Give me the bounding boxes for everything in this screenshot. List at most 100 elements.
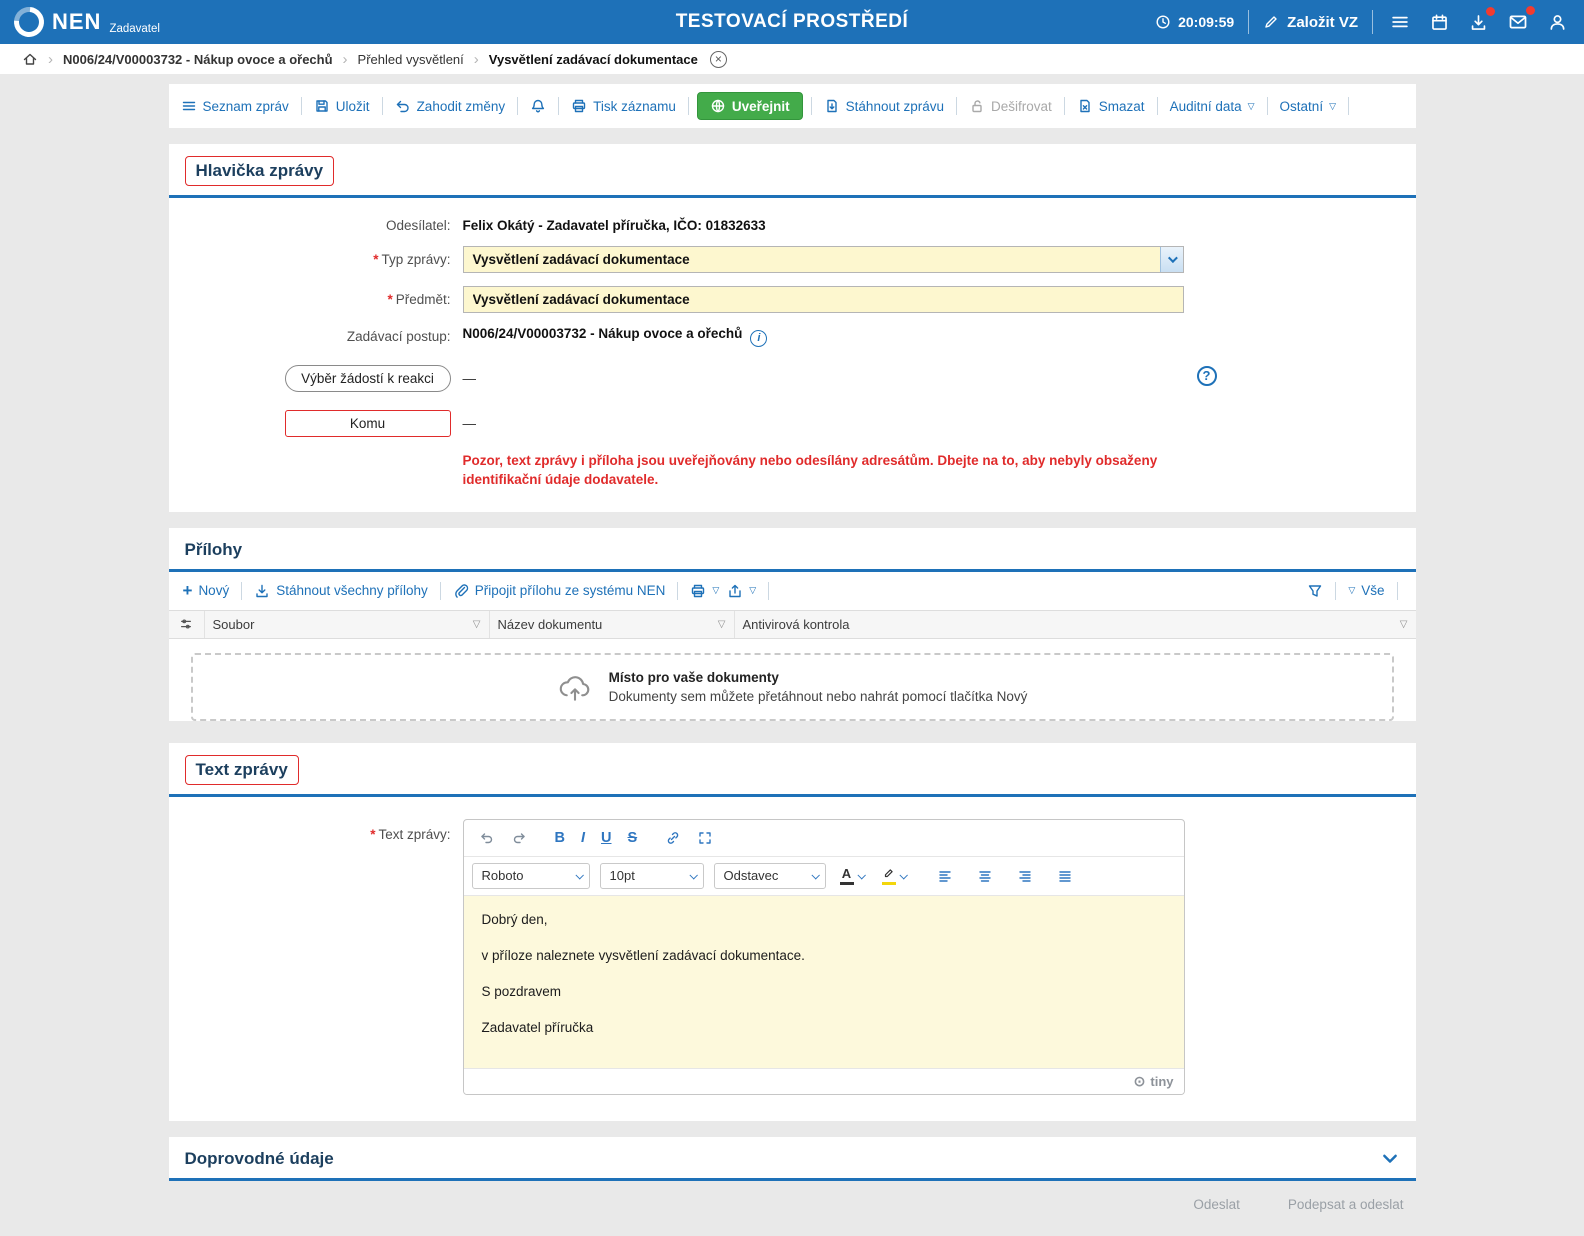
align-right-icon [1017,868,1033,884]
profile-button[interactable] [1545,10,1570,35]
help-button[interactable]: ? [1197,366,1217,386]
divider [1348,97,1349,115]
filter-triangle-icon[interactable]: ▽ [718,619,726,630]
highlight-color-button[interactable] [878,863,910,888]
column-header-antivirova[interactable]: Antivirová kontrola ▽ [735,611,1416,638]
editor-content[interactable]: Dobrý den, v příloze naleznete vysvětlen… [464,896,1184,1068]
divider [241,582,242,600]
document-delete-icon [1077,98,1093,114]
link-button[interactable] [658,826,688,850]
delete-button[interactable]: Smazat [1073,95,1149,117]
chevron-down-icon: ▽ [1329,101,1336,112]
divider [811,97,812,115]
attachments-dropzone[interactable]: Místo pro vaše dokumenty Dokumenty sem m… [191,653,1394,721]
attach-from-nen-button[interactable]: Připojit přílohu ze systému NEN [449,580,670,602]
info-icon[interactable]: i [750,330,767,347]
align-left-button[interactable] [930,864,960,888]
download-message-button[interactable]: Stáhnout zprávu [820,95,948,117]
subject-label: Předmět: [396,292,451,307]
italic-button[interactable]: I [574,826,592,850]
new-attachment-button[interactable]: + Nový [179,580,234,601]
align-right-button[interactable] [1010,864,1040,888]
messages-button[interactable] [1505,9,1531,35]
message-list-button[interactable]: Seznam zpráv [177,95,293,117]
filter-triangle-icon[interactable]: ▽ [1400,619,1408,630]
divider [1157,97,1158,115]
expand-section-button[interactable] [1380,1149,1400,1169]
message-text-label: Text zprávy: [378,827,450,1095]
fullscreen-button[interactable] [690,826,720,850]
select-requests-value: — [463,371,477,386]
filter-button[interactable] [1303,580,1327,602]
font-family-select[interactable]: Roboto [472,863,590,889]
breadcrumb: › N006/24/V00003732 - Nákup ovoce a ořec… [0,44,1584,74]
bold-button[interactable]: B [548,826,572,850]
undo-button[interactable] [472,826,502,850]
download-all-attachments-button[interactable]: Stáhnout všechny přílohy [250,580,432,602]
save-button[interactable]: Uložit [310,95,374,117]
chevron-down-icon[interactable] [1160,247,1183,272]
breadcrumb-item-procedure[interactable]: N006/24/V00003732 - Nákup ovoce a ořechů [63,52,333,67]
decrypt-button[interactable]: Dešifrovat [965,95,1056,117]
home-button[interactable] [22,51,38,67]
filter-triangle-icon[interactable]: ▽ [473,619,481,630]
export-attachments-button[interactable]: ▽ [723,580,760,602]
breadcrumb-separator: › [343,51,348,68]
publish-button[interactable]: Uveřejnit [697,92,803,120]
create-vz-button[interactable]: Založit VZ [1263,14,1358,31]
sign-and-send-button[interactable]: Podepsat a odeslat [1288,1197,1404,1212]
footer-actions: Odeslat Podepsat a odeslat [169,1197,1416,1212]
divider [677,582,678,600]
align-center-button[interactable] [970,864,1000,888]
padlock-open-icon [969,98,985,114]
close-record-button[interactable]: × [710,51,727,68]
select-requests-button[interactable]: Výběr žádostí k reakci [285,365,451,392]
others-button[interactable]: Ostatní ▽ [1276,96,1340,117]
paperclip-icon [453,583,469,599]
publish-globe-icon [710,98,726,114]
audit-data-button[interactable]: Auditní data ▽ [1166,96,1259,117]
column-header-nazev[interactable]: Název dokumentu ▽ [490,611,735,638]
print-record-button[interactable]: Tisk záznamu [567,95,680,117]
section-underline [169,1178,1416,1181]
text-color-button[interactable]: A [836,864,868,888]
clock-icon [1155,14,1171,30]
brand-subtitle: Zadavatel [109,23,160,37]
strikethrough-button[interactable]: S [621,826,645,850]
envelope-icon [1508,12,1528,32]
chevron-down-icon: ▽ [1348,585,1355,596]
divider [1267,97,1268,115]
underline-button[interactable]: U [594,826,618,850]
message-type-select[interactable]: Vysvětlení zadávací dokumentace [463,246,1184,273]
print-attachments-button[interactable]: ▽ [686,580,723,602]
record-toolbar: Seznam zpráv Uložit Zahodit změny Tisk z… [169,84,1416,128]
menu-button[interactable] [1387,9,1413,35]
document-download-icon [824,98,840,114]
column-header-soubor[interactable]: Soubor ▽ [205,611,490,638]
calendar-button[interactable] [1427,10,1452,35]
brand-title: NEN [52,7,101,37]
align-justify-button[interactable] [1050,864,1080,888]
funnel-icon [1307,583,1323,599]
block-format-select[interactable]: Odstavec [714,863,826,889]
topbar: NEN Zadavatel TESTOVACÍ PROSTŘEDÍ 20:09:… [0,0,1584,44]
notifications-button[interactable] [526,95,550,117]
breadcrumb-item-current: Vysvětlení zadávací dokumentace [489,52,698,67]
list-icon [181,98,197,114]
tiny-brand: tiny [1150,1074,1173,1089]
recipients-button[interactable]: Komu [285,410,451,437]
filter-all-button[interactable]: ▽ Vše [1344,580,1388,601]
font-size-select[interactable]: 10pt [600,863,704,889]
subject-input[interactable] [463,286,1184,313]
downloads-button[interactable] [1466,10,1491,35]
dropzone-title: Místo pro vaše dokumenty [609,670,1028,685]
column-settings-cell[interactable] [169,611,205,638]
required-marker: * [370,827,375,1095]
editor-toolbar-row1: B I U S [464,820,1184,857]
divider [956,97,957,115]
breadcrumb-item-overview[interactable]: Přehled vysvětlení [358,52,464,67]
send-button[interactable]: Odeslat [1193,1197,1240,1212]
discard-changes-button[interactable]: Zahodit změny [391,95,510,117]
redo-button[interactable] [504,826,534,850]
plus-icon: + [183,585,193,597]
